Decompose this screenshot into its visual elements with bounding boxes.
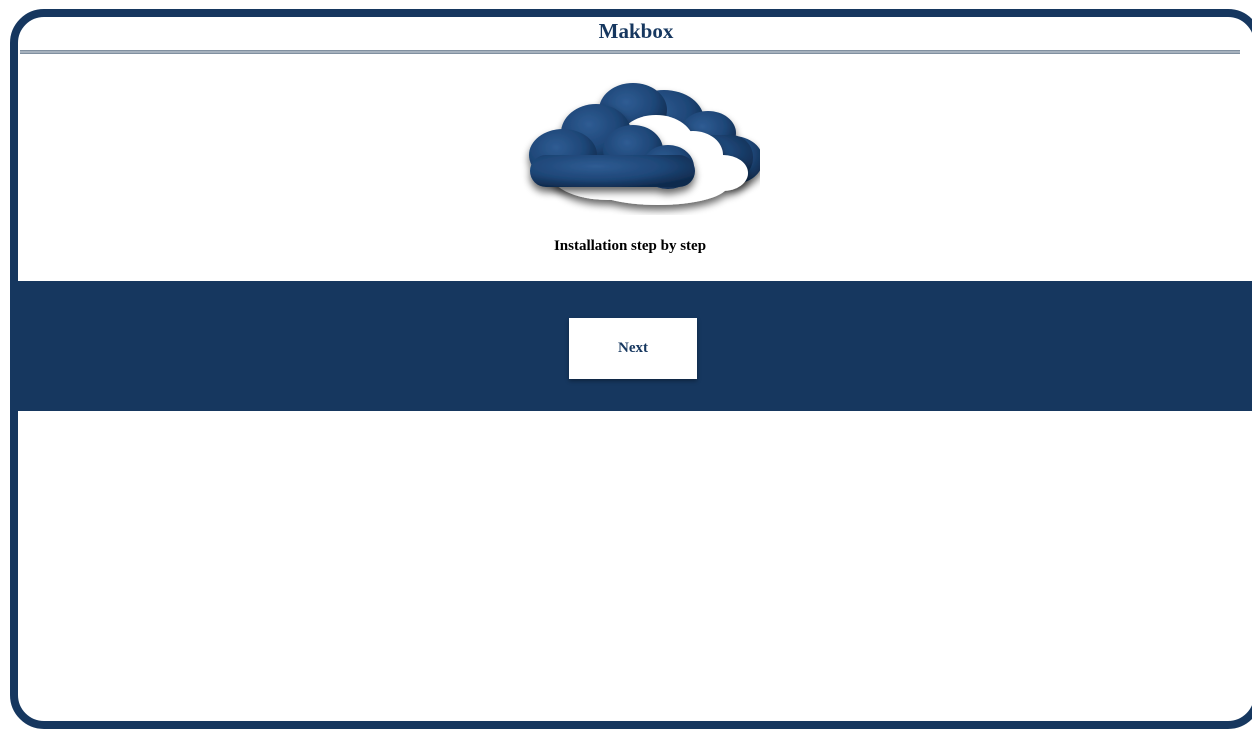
page-subtitle: Installation step by step	[553, 238, 707, 254]
app-frame: Makbox Installation step by step Next	[10, 9, 1252, 729]
logo	[508, 75, 760, 215]
next-button[interactable]: Next	[569, 318, 697, 379]
header-divider	[20, 50, 1240, 54]
cloud-icon	[529, 83, 760, 205]
page-title: Makbox	[598, 19, 674, 43]
page-header: Makbox	[18, 17, 1252, 47]
action-band: Next	[18, 281, 1252, 411]
